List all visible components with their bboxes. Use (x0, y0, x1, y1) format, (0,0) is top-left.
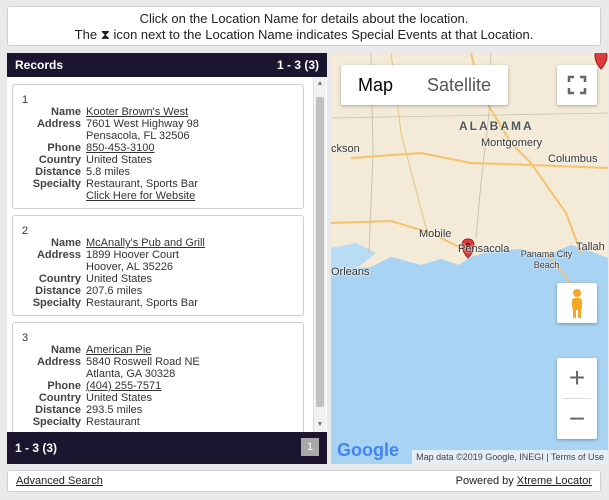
country-label: Country (38, 392, 81, 404)
address-label: Address (36, 249, 81, 261)
country-value: United States (86, 154, 153, 166)
record-card: 3 Name American Pie Address 5840 Roswell R… (12, 322, 304, 432)
fullscreen-button[interactable] (557, 65, 597, 105)
map-attribution: Map data ©2019 Google, INEGI | Terms of … (412, 450, 608, 464)
map-type-satellite-button[interactable]: Satellite (410, 65, 508, 105)
records-header: Records 1 - 3 (3) (7, 53, 327, 77)
footer-range: 1 - 3 (3) (15, 441, 58, 455)
map-type-control: Map Satellite (341, 65, 509, 105)
zoom-out-button[interactable]: − (557, 399, 597, 439)
distance-value: 207.6 miles (86, 285, 143, 297)
name-label: Name (51, 344, 81, 356)
distance-label: Distance (35, 285, 81, 297)
records-list[interactable]: 1 Name Kooter Brown's West Address 7601 We… (7, 77, 327, 432)
distance-label: Distance (35, 404, 81, 416)
advanced-search-link[interactable]: Advanced Search (16, 475, 103, 487)
records-title: Records (15, 58, 64, 72)
powered-by: Powered by Xtreme Locator (455, 475, 592, 487)
map-type-map-button[interactable]: Map (341, 65, 410, 105)
pegman-icon (572, 289, 582, 318)
phone-link[interactable]: 850-453-3100 (86, 142, 155, 154)
instructions-line-2: The ⧗ icon next to the Location Name ind… (74, 27, 534, 42)
address-line-1: 7601 West Highway 98 (86, 118, 199, 130)
specialty-value: Restaurant (86, 416, 140, 428)
name-label: Name (51, 237, 81, 249)
record-card: 1 Name Kooter Brown's West Address 7601 We… (12, 84, 304, 209)
phone-label: Phone (47, 380, 81, 392)
country-value: United States (86, 273, 153, 285)
map-label: ckson (331, 143, 360, 155)
terms-of-use-link[interactable]: Terms of Use (551, 452, 604, 462)
distance-value: 5.8 miles (86, 166, 131, 178)
map-label: Mobile (419, 228, 452, 240)
hourglass-icon: ⧗ (100, 27, 110, 42)
address-line-2: Atlanta, GA 30328 (86, 368, 176, 380)
address-line-2: Hoover, AL 35226 (86, 261, 174, 273)
records-panel: Records 1 - 3 (3) 1 Name Kooter Brown's W… (7, 53, 327, 464)
country-value: United States (86, 392, 153, 404)
scroll-down-icon[interactable]: ▼ (315, 420, 325, 430)
record-number: 2 (22, 225, 29, 237)
distance-value: 293.5 miles (86, 404, 143, 416)
specialty-value: Restaurant, Sports Bar (86, 178, 198, 190)
record-number: 3 (22, 332, 29, 344)
address-line-2: Pensacola, FL 32506 (86, 130, 190, 142)
records-range: 1 - 3 (3) (276, 58, 319, 72)
page-1-button[interactable]: 1 (301, 438, 319, 456)
phone-link[interactable]: (404) 255-7571 (86, 380, 161, 392)
records-scrollbar[interactable]: ▲ ▼ (313, 77, 326, 432)
location-name-link[interactable]: American Pie (86, 344, 151, 356)
record-card: 2 Name McAnally's Pub and Grill Address 18… (12, 215, 304, 316)
website-link[interactable]: Click Here for Website (86, 190, 195, 202)
footer-bar: Advanced Search Powered by Xtreme Locato… (7, 470, 601, 492)
scrollbar-thumb[interactable] (316, 97, 324, 407)
specialty-label: Specialty (32, 178, 81, 190)
specialty-label: Specialty (32, 297, 81, 309)
fullscreen-icon (567, 75, 587, 95)
scroll-up-icon[interactable]: ▲ (315, 79, 325, 89)
phone-label: Phone (47, 142, 81, 154)
country-label: Country (38, 273, 81, 285)
name-label: Name (51, 106, 81, 118)
instructions-line-1: Click on the Location Name for details a… (139, 11, 469, 26)
record-number: 1 (22, 94, 29, 106)
address-label: Address (36, 356, 81, 368)
map-label: Tallah (576, 241, 605, 253)
instructions-panel: Click on the Location Name for details a… (7, 6, 601, 46)
zoom-control: + − (557, 358, 597, 439)
specialty-value: Restaurant, Sports Bar (86, 297, 198, 309)
google-logo: Google (337, 440, 399, 460)
address-line-1: 1899 Hoover Court (86, 249, 179, 261)
records-footer: 1 - 3 (3) 1 (7, 432, 327, 464)
specialty-label: Specialty (32, 416, 81, 428)
map-label: Panama City Beach (520, 249, 573, 270)
map-label: Orleans (331, 266, 370, 278)
xtreme-locator-link[interactable]: Xtreme Locator (517, 475, 592, 487)
street-view-pegman[interactable] (557, 283, 597, 323)
distance-label: Distance (35, 166, 81, 178)
country-label: Country (38, 154, 81, 166)
map-label: Montgomery (481, 137, 543, 149)
location-name-link[interactable]: Kooter Brown's West (86, 106, 188, 118)
map-view[interactable]: ckson ALABAMA Montgomery Columbus Mobile… (331, 53, 608, 464)
zoom-in-button[interactable]: + (557, 358, 597, 398)
map-label: Columbus (548, 153, 598, 165)
location-name-link[interactable]: McAnally's Pub and Grill (86, 237, 205, 249)
map-label: Pensacola (458, 243, 510, 255)
address-line-1: 5840 Roswell Road NE (86, 356, 200, 368)
map-label-state: ALABAMA (459, 119, 534, 133)
address-label: Address (36, 118, 81, 130)
